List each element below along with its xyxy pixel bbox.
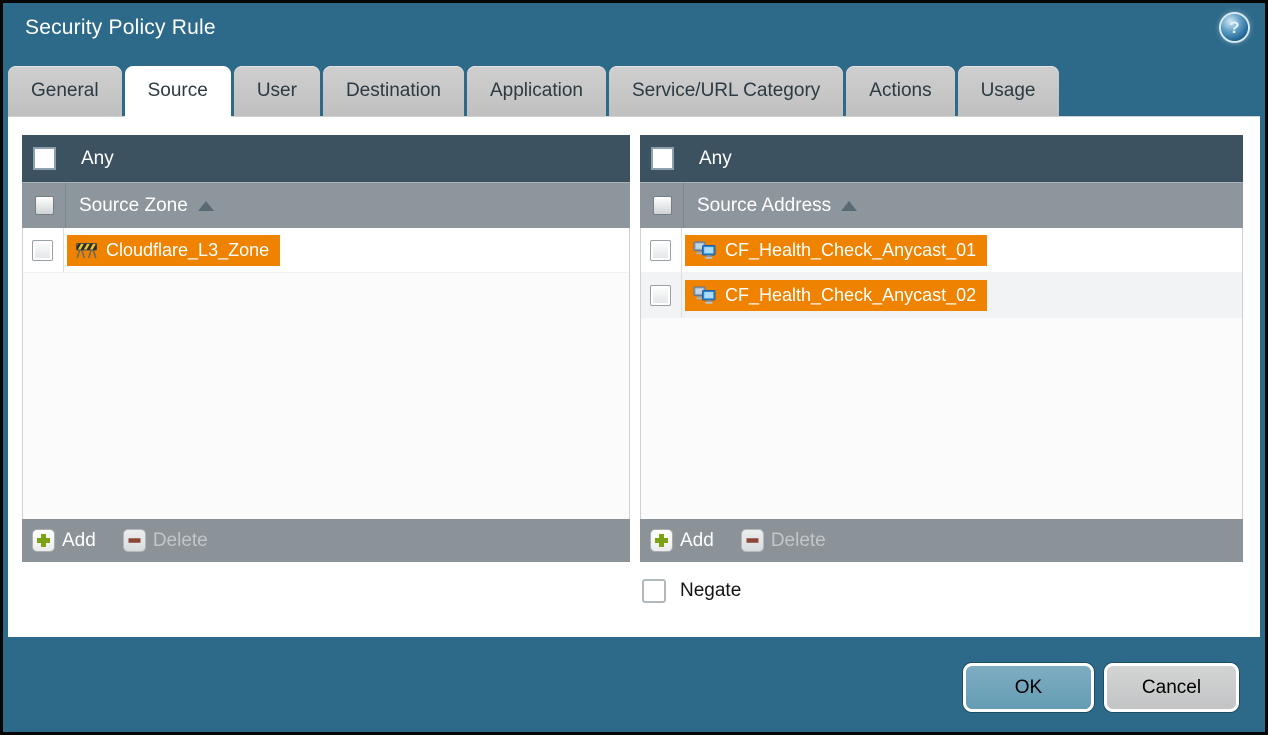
object-label: Cloudflare_L3_Zone — [106, 240, 269, 261]
delete-button-label: Delete — [771, 530, 826, 552]
table-row[interactable]: CF_Health_Check_Anycast_01 — [641, 228, 1242, 273]
object-chip[interactable]: CF_Health_Check_Anycast_01 — [685, 235, 987, 266]
tab-content: Any Source Zone Cloudflare_L3_Zone Add — [8, 116, 1260, 637]
source-address-footer: Add Delete — [640, 519, 1243, 562]
column-divider — [65, 183, 66, 228]
source-zone-column-header[interactable]: Source Zone — [22, 182, 630, 228]
source-address-list: CF_Health_Check_Anycast_01 CF_Health_Chec… — [640, 228, 1243, 519]
negate-label: Negate — [680, 580, 741, 602]
object-label: CF_Health_Check_Anycast_02 — [725, 285, 976, 306]
delete-button-label: Delete — [153, 530, 208, 552]
column-divider — [681, 273, 682, 317]
sort-ascending-icon — [841, 201, 857, 211]
add-button[interactable]: Add — [32, 529, 96, 552]
table-row[interactable]: Cloudflare_L3_Zone — [23, 228, 629, 273]
row-checkbox[interactable] — [650, 285, 671, 306]
any-label: Any — [81, 148, 114, 170]
row-checkbox[interactable] — [32, 240, 53, 261]
address-icon — [693, 286, 717, 305]
add-button[interactable]: Add — [650, 529, 714, 552]
column-divider — [681, 228, 682, 272]
tab-user[interactable]: User — [234, 66, 320, 116]
source-zone-footer: Add Delete — [22, 519, 630, 562]
tab-application[interactable]: Application — [467, 66, 606, 116]
delete-icon — [123, 529, 146, 552]
object-label: CF_Health_Check_Anycast_01 — [725, 240, 976, 261]
object-chip[interactable]: CF_Health_Check_Anycast_02 — [685, 280, 987, 311]
add-button-label: Add — [62, 530, 96, 552]
tab-service-url-category[interactable]: Service/URL Category — [609, 66, 843, 116]
source-address-any-checkbox[interactable] — [651, 147, 674, 170]
tab-usage[interactable]: Usage — [958, 66, 1059, 116]
any-label: Any — [699, 148, 732, 170]
tab-actions[interactable]: Actions — [846, 66, 954, 116]
sort-ascending-icon — [198, 201, 214, 211]
column-header-label: Source Address — [697, 195, 831, 217]
help-icon[interactable]: ? — [1221, 14, 1248, 41]
zone-icon — [75, 241, 98, 259]
row-checkbox[interactable] — [650, 240, 671, 261]
table-row[interactable]: CF_Health_Check_Anycast_02 — [641, 273, 1242, 318]
tab-general[interactable]: General — [8, 66, 122, 116]
object-chip[interactable]: Cloudflare_L3_Zone — [67, 235, 280, 266]
add-button-label: Add — [680, 530, 714, 552]
negate-option: Negate — [642, 579, 741, 603]
security-policy-rule-dialog: Security Policy Rule ? GeneralSourceUser… — [0, 0, 1268, 735]
address-icon — [693, 241, 717, 260]
select-all-checkbox[interactable] — [35, 196, 54, 215]
tab-source[interactable]: Source — [125, 66, 231, 122]
source-zone-panel: Any Source Zone Cloudflare_L3_Zone Add — [22, 135, 630, 562]
ok-button[interactable]: OK — [963, 663, 1094, 712]
column-divider — [63, 228, 64, 272]
source-address-column-header[interactable]: Source Address — [640, 182, 1243, 228]
tab-destination[interactable]: Destination — [323, 66, 464, 116]
column-header-label: Source Zone — [79, 195, 188, 217]
delete-button[interactable]: Delete — [123, 529, 208, 552]
delete-button[interactable]: Delete — [741, 529, 826, 552]
source-address-any-bar: Any — [640, 135, 1243, 182]
source-zone-any-checkbox[interactable] — [33, 147, 56, 170]
source-address-panel: Any Source Address CF_Health_Check_Anyca… — [640, 135, 1243, 562]
add-icon — [650, 529, 673, 552]
dialog-tabbar: GeneralSourceUserDestinationApplicationS… — [8, 66, 1059, 122]
source-zone-list: Cloudflare_L3_Zone — [22, 228, 630, 519]
add-icon — [32, 529, 55, 552]
cancel-button[interactable]: Cancel — [1104, 663, 1239, 712]
page-title: Security Policy Rule — [25, 16, 216, 40]
select-all-checkbox[interactable] — [653, 196, 672, 215]
source-zone-any-bar: Any — [22, 135, 630, 182]
column-divider — [683, 183, 684, 228]
delete-icon — [741, 529, 764, 552]
negate-checkbox[interactable] — [642, 579, 666, 603]
